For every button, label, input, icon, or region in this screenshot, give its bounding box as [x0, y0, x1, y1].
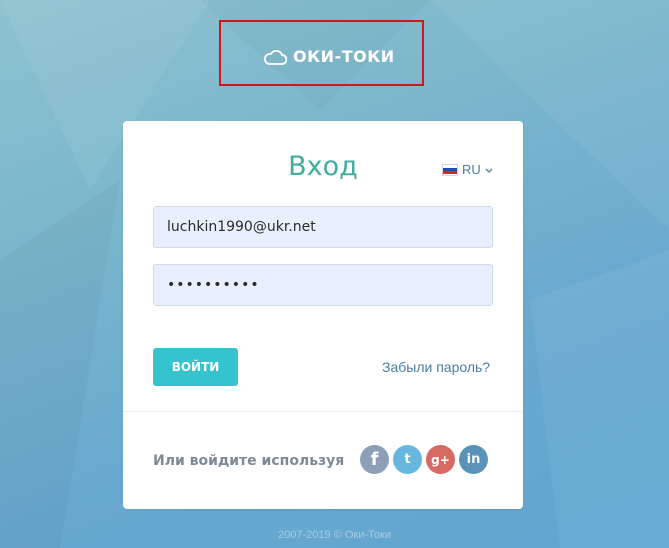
twitter-icon[interactable]: t [393, 445, 422, 474]
brand-name: ОКИ-ТОКИ [293, 47, 395, 66]
linkedin-icon[interactable]: in [459, 445, 488, 474]
login-card: Вход RU ВОЙТИ Забыли пароль? Или войдите… [123, 121, 523, 509]
chevron-down-icon [485, 162, 493, 177]
flag-russia-icon [442, 163, 458, 176]
email-field[interactable] [153, 206, 493, 248]
google-plus-icon[interactable]: g+ [426, 445, 455, 474]
social-login-buttons: f t g+ in [360, 445, 488, 474]
facebook-icon[interactable]: f [360, 445, 389, 474]
language-label: RU [462, 162, 481, 177]
password-field[interactable] [153, 264, 493, 306]
language-selector[interactable]: RU [442, 162, 493, 177]
cloud-icon [263, 49, 287, 65]
brand-logo[interactable]: ОКИ-ТОКИ [263, 47, 395, 66]
forgot-password-link[interactable]: Забыли пароль? [382, 359, 490, 375]
divider [123, 411, 523, 412]
social-login-label: Или войдите используя [153, 453, 345, 469]
login-button[interactable]: ВОЙТИ [153, 348, 238, 386]
footer-copyright: 2007-2019 © Оки-Токи [278, 529, 391, 541]
